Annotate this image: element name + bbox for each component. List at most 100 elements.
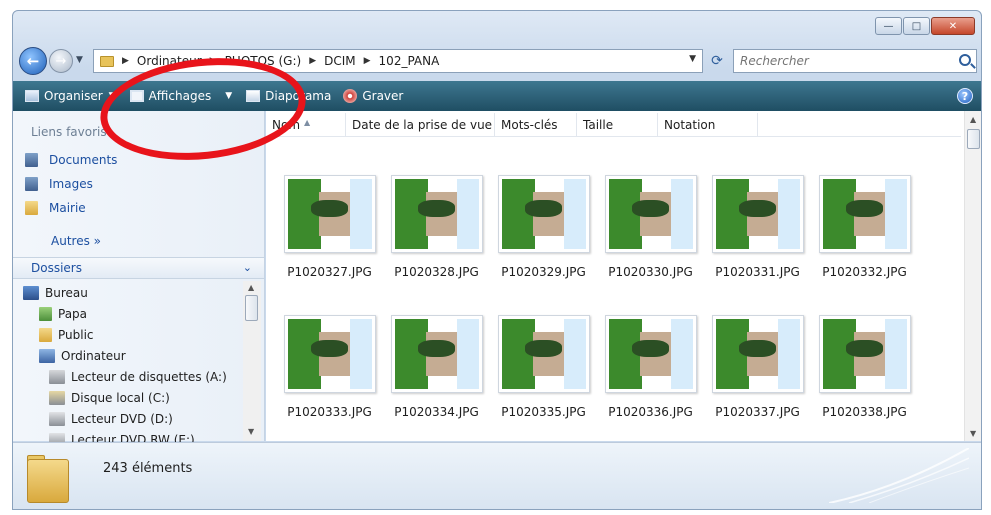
burn-disc-icon [343,89,358,103]
search-box[interactable] [733,49,977,73]
photo-thumbnail[interactable] [818,175,911,253]
folder-icon [39,328,52,342]
file-item[interactable]: P1020328.JPG [383,175,490,279]
item-count: 243 éléments [103,461,193,476]
photo-thumbnail[interactable] [497,315,590,393]
close-button[interactable]: ✕ [931,17,975,35]
back-button[interactable]: ← [19,47,47,75]
organize-button[interactable]: Organiser ▼ [25,85,116,107]
breadcrumb-separator-icon[interactable]: ▶ [364,56,371,66]
tree-item-public[interactable]: Public [39,328,94,342]
tree-item-label: Bureau [45,286,88,300]
file-item[interactable]: P1020332.JPG [811,175,918,279]
file-item[interactable]: P1020329.JPG [490,175,597,279]
photo-thumbnail[interactable] [497,175,590,253]
breadcrumb-dcim[interactable]: DCIM [324,54,356,68]
search-icon[interactable] [959,54,971,66]
chevron-down-icon[interactable]: ⌄ [243,261,252,274]
file-item[interactable]: P1020335.JPG [490,315,597,419]
column-rating[interactable]: Notation [658,113,758,137]
favorite-label: Documents [49,153,118,167]
photo-thumbnail[interactable] [390,175,483,253]
tree-item-papa[interactable]: Papa [39,307,87,321]
column-label: Mots-clés [501,118,558,132]
breadcrumb-separator-icon[interactable]: ▶ [122,56,129,66]
photo-thumbnail[interactable] [711,175,804,253]
favorite-documents[interactable]: Documents [25,153,117,167]
tree-item-label: Lecteur DVD (D:) [71,412,173,426]
file-item[interactable]: P1020330.JPG [597,175,704,279]
desktop-icon [23,286,39,300]
title-bar: — □ ✕ [13,11,981,41]
file-list-scrollbar[interactable]: ▲ ▼ [964,111,981,441]
photo-thumbnail[interactable] [283,315,376,393]
photo-thumbnail[interactable] [604,175,697,253]
file-item[interactable]: P1020338.JPG [811,315,918,419]
file-item[interactable]: P1020331.JPG [704,175,811,279]
organize-label: Organiser [44,89,103,103]
file-item[interactable]: P1020336.JPG [597,315,704,419]
navigation-pane: Liens favoris Documents Images Mairie Au… [13,111,265,447]
favorite-mairie[interactable]: Mairie [25,201,86,215]
folders-scrollbar[interactable]: ▲ ▼ [243,281,261,441]
help-icon[interactable]: ? [957,88,973,104]
column-date-taken[interactable]: Date de la prise de vue [346,113,495,137]
column-size[interactable]: Taille [577,113,658,137]
scroll-up-icon[interactable]: ▲ [970,115,976,124]
photo-thumbnail[interactable] [818,315,911,393]
scroll-down-icon[interactable]: ▼ [970,429,976,438]
tree-item-label: Public [58,328,94,342]
burn-button[interactable]: Graver [343,85,403,107]
file-name: P1020331.JPG [715,265,800,279]
dvd-drive-icon [49,412,65,426]
details-pane: 243 éléments [13,442,981,509]
floppy-drive-icon [49,370,65,384]
file-name: P1020332.JPG [822,265,907,279]
scrollbar-thumb[interactable] [245,295,258,321]
breadcrumb-separator-icon[interactable]: ▶ [309,56,316,66]
tree-item-bureau[interactable]: Bureau [23,286,88,300]
more-favorites-link[interactable]: Autres » [51,234,101,248]
maximize-button[interactable]: □ [903,17,930,35]
column-tags[interactable]: Mots-clés [495,113,577,137]
favorite-images[interactable]: Images [25,177,93,191]
file-name: P1020336.JPG [608,405,693,419]
file-item[interactable]: P1020327.JPG [276,175,383,279]
file-item[interactable]: P1020333.JPG [276,315,383,419]
file-name: P1020328.JPG [394,265,479,279]
photo-thumbnail[interactable] [283,175,376,253]
documents-icon [25,153,38,167]
scrollbar-thumb[interactable] [967,129,980,149]
photo-thumbnail[interactable] [604,315,697,393]
tree-item-floppy[interactable]: Lecteur de disquettes (A:) [49,370,227,384]
breadcrumb-102-pana[interactable]: 102_PANA [379,54,440,68]
refresh-button[interactable]: ⟳ [705,49,729,73]
sort-ascending-icon: ▲ [304,118,311,127]
organize-icon [25,90,39,102]
explorer-window: — □ ✕ ← → ▼ ▶ Ordinateur ▶ PHOTOS (G:) ▶… [12,10,982,510]
file-name: P1020334.JPG [394,405,479,419]
scroll-up-icon[interactable]: ▲ [248,283,254,292]
folders-label: Dossiers [31,261,82,275]
photo-thumbnail[interactable] [711,315,804,393]
history-dropdown[interactable]: ▼ [76,55,83,65]
scroll-down-icon[interactable]: ▼ [248,427,254,436]
file-item[interactable]: P1020334.JPG [383,315,490,419]
tree-item-ordinateur[interactable]: Ordinateur [39,349,126,363]
forward-button[interactable]: → [49,49,73,73]
arrow-right-icon: → [55,53,67,69]
tree-item-local-disk[interactable]: Disque local (C:) [49,391,170,405]
tree-item-dvd[interactable]: Lecteur DVD (D:) [49,412,173,426]
minimize-button[interactable]: — [875,17,902,35]
column-label: Notation [664,118,716,132]
favorites-header: Liens favoris [31,125,107,139]
file-item[interactable]: P1020337.JPG [704,315,811,419]
file-name: P1020335.JPG [501,405,586,419]
column-headers: ▲ Nom Date de la prise de vue Mots-clés … [266,113,961,137]
chevron-down-icon[interactable]: ▼ [689,54,696,64]
folders-header[interactable]: Dossiers ⌄ [13,257,264,279]
search-input[interactable] [734,54,944,68]
photo-thumbnail[interactable] [390,315,483,393]
column-label: Date de la prise de vue [352,118,493,132]
thumbnail-grid: P1020327.JPG P1020328.JPG P1020329.JPG P… [276,175,918,419]
